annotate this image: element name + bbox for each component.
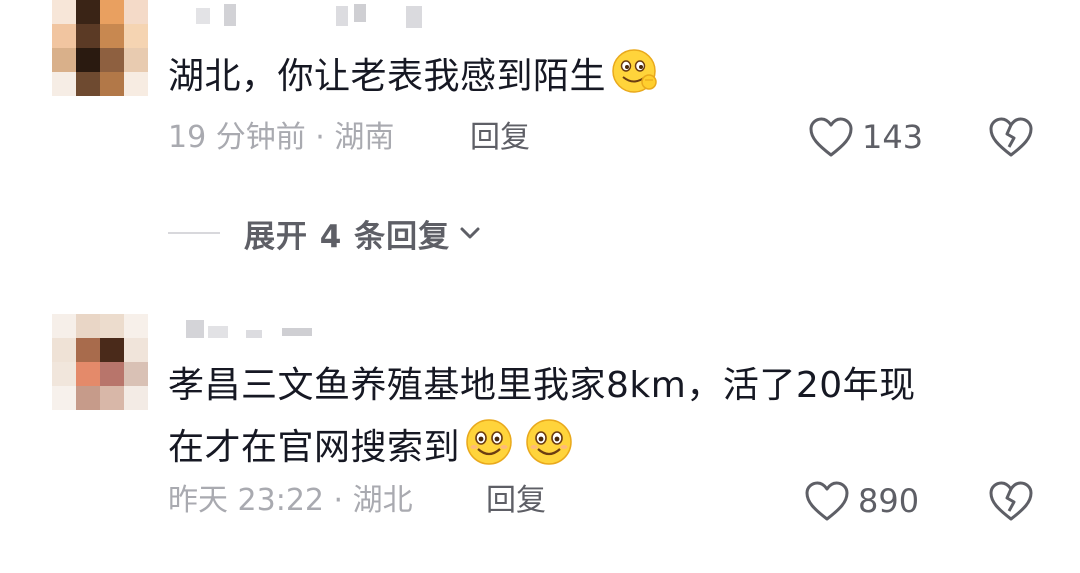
comment-time-location: 19 分钟前 · 湖南: [168, 120, 395, 155]
comment-text-line-2-row: 在才在官网搜索到: [168, 417, 916, 479]
expand-replies-button[interactable]: 展开 4 条回复: [168, 213, 484, 255]
smile-emoji-icon: [466, 419, 512, 465]
like-button[interactable]: 890: [804, 480, 919, 522]
avatar[interactable]: [52, 314, 148, 410]
heart-icon: [805, 481, 849, 521]
dislike-button[interactable]: [988, 480, 1034, 526]
smile-emoji-icon: [526, 419, 572, 465]
comment-text-content: 湖北，你让老表我感到陌生: [168, 56, 607, 97]
grinning-wink-emoji-icon: [612, 49, 657, 93]
comment-text-line-2: 在才在官网搜索到: [168, 427, 461, 468]
reply-button[interactable]: 回复: [486, 483, 546, 519]
comment-time-location: 昨天 23:22 · 湖北: [168, 483, 413, 518]
broken-heart-icon: [989, 481, 1033, 521]
divider: [168, 232, 220, 234]
comment-text: 孝昌三文鱼养殖基地里我家8km，活了20年现 在才在官网搜索到: [168, 355, 916, 479]
like-count: 143: [862, 118, 924, 156]
reply-button[interactable]: 回复: [470, 120, 530, 156]
comment-item-1: 湖北，你让老表我感到陌生 19 分钟前 · 湖南 回复 143: [0, 0, 1080, 200]
comment-item-2: 孝昌三文鱼养殖基地里我家8km，活了20年现 在才在官网搜索到 昨天 23:22…: [0, 300, 1080, 573]
comment-text-line-1: 孝昌三文鱼养殖基地里我家8km，活了20年现: [168, 365, 916, 406]
chevron-down-icon: [460, 227, 480, 239]
like-count: 890: [858, 482, 920, 520]
username-redacted[interactable]: [196, 4, 436, 30]
avatar[interactable]: [52, 0, 148, 96]
heart-icon: [809, 117, 853, 157]
username-redacted[interactable]: [186, 316, 366, 342]
like-button[interactable]: 143: [808, 116, 923, 158]
comment-text: 湖北，你让老表我感到陌生: [168, 46, 660, 108]
dislike-button[interactable]: [988, 116, 1034, 162]
broken-heart-icon: [989, 117, 1033, 157]
expand-replies-label: 展开 4 条回复: [244, 218, 451, 255]
